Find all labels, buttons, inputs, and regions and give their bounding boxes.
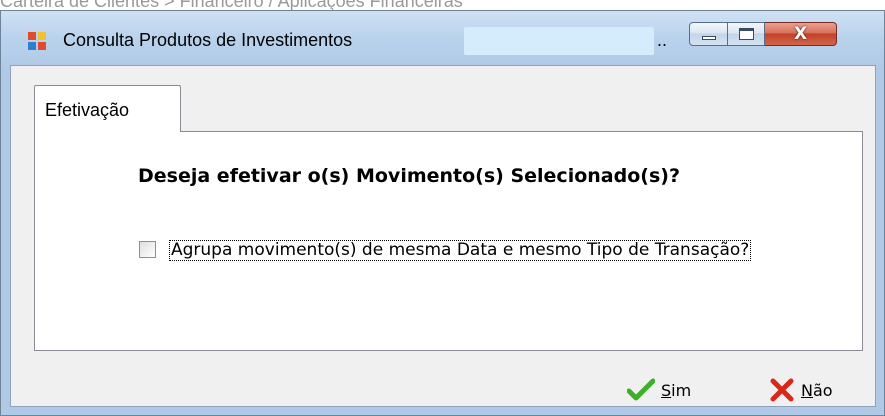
group-checkbox[interactable] (139, 241, 156, 258)
tab-panel: Deseja efetivar o(s) Movimento(s) Seleci… (34, 131, 863, 351)
checkmark-icon (627, 378, 655, 401)
dialog-window: Consulta Produtos de Investimentos .. X … (0, 10, 885, 416)
no-button[interactable]: Não (769, 376, 833, 404)
yes-label: Sim (661, 380, 692, 400)
app-icon (28, 32, 46, 50)
button-bar: Sim Não (11, 366, 875, 406)
title-bar[interactable]: Consulta Produtos de Investimentos .. X (1, 11, 884, 55)
breadcrumb: Carteira de Clientes > Financeiro / Apli… (0, 0, 463, 11)
window-title: Consulta Produtos de Investimentos (63, 30, 353, 50)
group-checkbox-label[interactable]: Agrupa movimento(s) de mesma Data e mesm… (169, 240, 752, 261)
tab-label: Efetivação (45, 100, 130, 120)
tab-efetivacao[interactable]: Efetivação (34, 85, 181, 132)
close-icon: X (793, 24, 808, 44)
close-button[interactable]: X (765, 22, 837, 46)
maximize-icon (739, 28, 754, 40)
minimize-icon (702, 36, 716, 40)
dialog-body: Efetivação Deseja efetivar o(s) Moviment… (10, 65, 876, 407)
minimize-button[interactable] (689, 22, 728, 46)
title-ellipsis: .. (657, 30, 668, 50)
confirmation-question: Deseja efetivar o(s) Movimento(s) Seleci… (138, 165, 680, 187)
x-icon (770, 378, 794, 402)
yes-button[interactable]: Sim (627, 376, 691, 404)
title-redaction (464, 27, 654, 55)
maximize-button[interactable] (728, 22, 765, 46)
no-label: Não (801, 380, 833, 400)
